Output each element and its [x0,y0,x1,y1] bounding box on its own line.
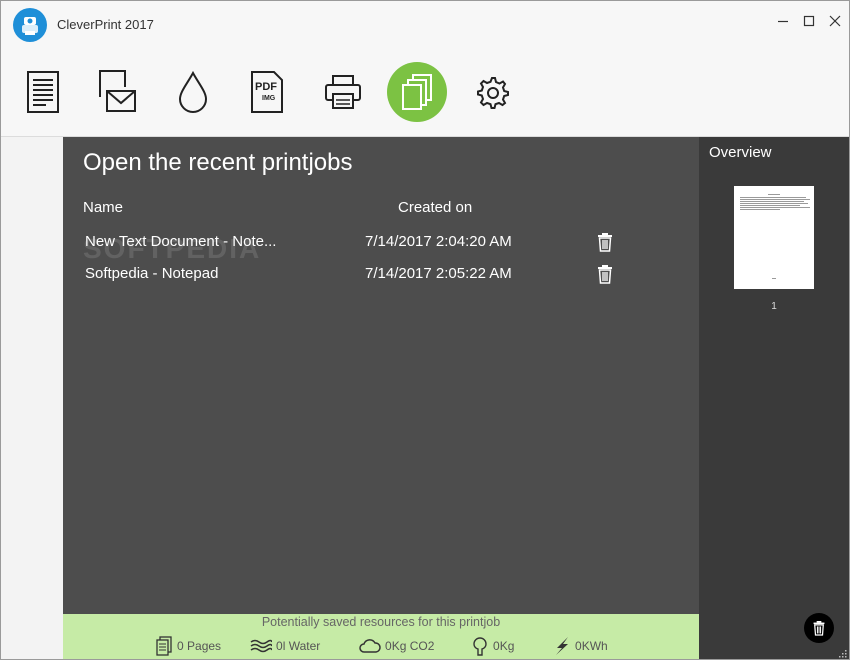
pdf-img-icon: PDF IMG [251,71,283,113]
left-margin-strip [1,137,63,659]
tree-icon [473,637,487,656]
printjobs-stack-icon [402,74,432,110]
panel-title: Open the recent printjobs [83,149,353,176]
printjob-row[interactable]: Softpedia - Notepad 7/14/2017 2:05:22 AM [63,259,699,289]
tool-document-button[interactable] [13,59,73,125]
tool-settings-button[interactable] [462,59,522,125]
saved-resources-title: Potentially saved resources for this pri… [261,615,501,629]
minimize-icon [778,20,788,23]
maximize-button[interactable] [799,11,819,31]
delete-printjob-trash-icon[interactable] [596,264,614,284]
pages-unit: Pages [187,639,222,653]
stat-wood: 0Kg [471,635,514,657]
window-title: CleverPrint 2017 [57,17,154,32]
printjob-name: Softpedia - Notepad [85,265,219,282]
page-preview-image [740,194,810,279]
printjob-name: New Text Document - Note... [85,233,277,250]
tool-email-button[interactable] [87,59,147,125]
wood-value: 0 [493,639,500,653]
column-header-name[interactable]: Name [83,199,123,216]
title-bar: CleverPrint 2017 [1,1,849,49]
water-value: 0 [276,639,283,653]
printjob-row[interactable]: New Text Document - Note... 7/14/2017 2:… [63,227,699,257]
water-waves-icon [250,639,272,653]
energy-value: 0 [575,639,582,653]
saved-resources-bar: Potentially saved resources for this pri… [63,614,699,659]
stat-co2: 0Kg CO2 [359,635,434,657]
overview-title: Overview [709,144,772,161]
page-number: 1 [771,301,777,312]
ink-drop-icon [178,70,208,113]
pages-icon [156,636,172,656]
stat-pages: 0 Pages [155,635,221,657]
document-icon [27,71,59,113]
delete-page-button[interactable] [804,613,834,643]
recent-printjobs-panel: Open the recent printjobs Name Created o… [63,137,699,614]
delete-printjob-trash-icon[interactable] [596,232,614,252]
overview-pane: Overview 1 [699,137,849,659]
trash-icon [813,621,825,636]
printjob-created: 7/14/2017 2:04:20 AM [365,233,512,250]
img-label: IMG [262,95,276,102]
app-window: CleverPrint 2017 PDF IMG Open the recent… [0,0,850,660]
water-unit: l Water [282,639,321,653]
lightning-icon [556,637,568,655]
co2-unit: Kg CO2 [391,639,435,653]
close-button[interactable] [825,11,845,31]
gear-icon [477,77,509,109]
active-tool-highlight [387,62,447,122]
main-toolbar: PDF IMG [1,49,849,137]
page-thumbnail[interactable] [734,186,814,289]
minimize-button[interactable] [773,11,793,31]
co2-value: 0 [385,639,392,653]
pdf-label: PDF [255,81,277,93]
cloud-icon [359,639,381,653]
close-icon [829,15,841,27]
tool-pdf-img-button[interactable]: PDF IMG [237,59,297,125]
maximize-icon [803,15,815,27]
tool-ink-button[interactable] [163,59,223,125]
tool-printjobs-button[interactable] [387,59,447,125]
tool-print-button[interactable] [313,59,373,125]
pages-value: 0 [177,639,184,653]
stat-energy: 0KWh [553,635,608,657]
resize-grip-icon[interactable] [837,648,847,658]
printer-icon [325,75,361,109]
wood-unit: Kg [499,639,515,653]
energy-unit: KWh [581,639,608,653]
email-icon [99,70,136,112]
column-header-created[interactable]: Created on [398,199,472,216]
printjob-created: 7/14/2017 2:05:22 AM [365,265,512,282]
stat-water: 0l Water [250,635,320,657]
app-logo-icon [13,8,47,42]
